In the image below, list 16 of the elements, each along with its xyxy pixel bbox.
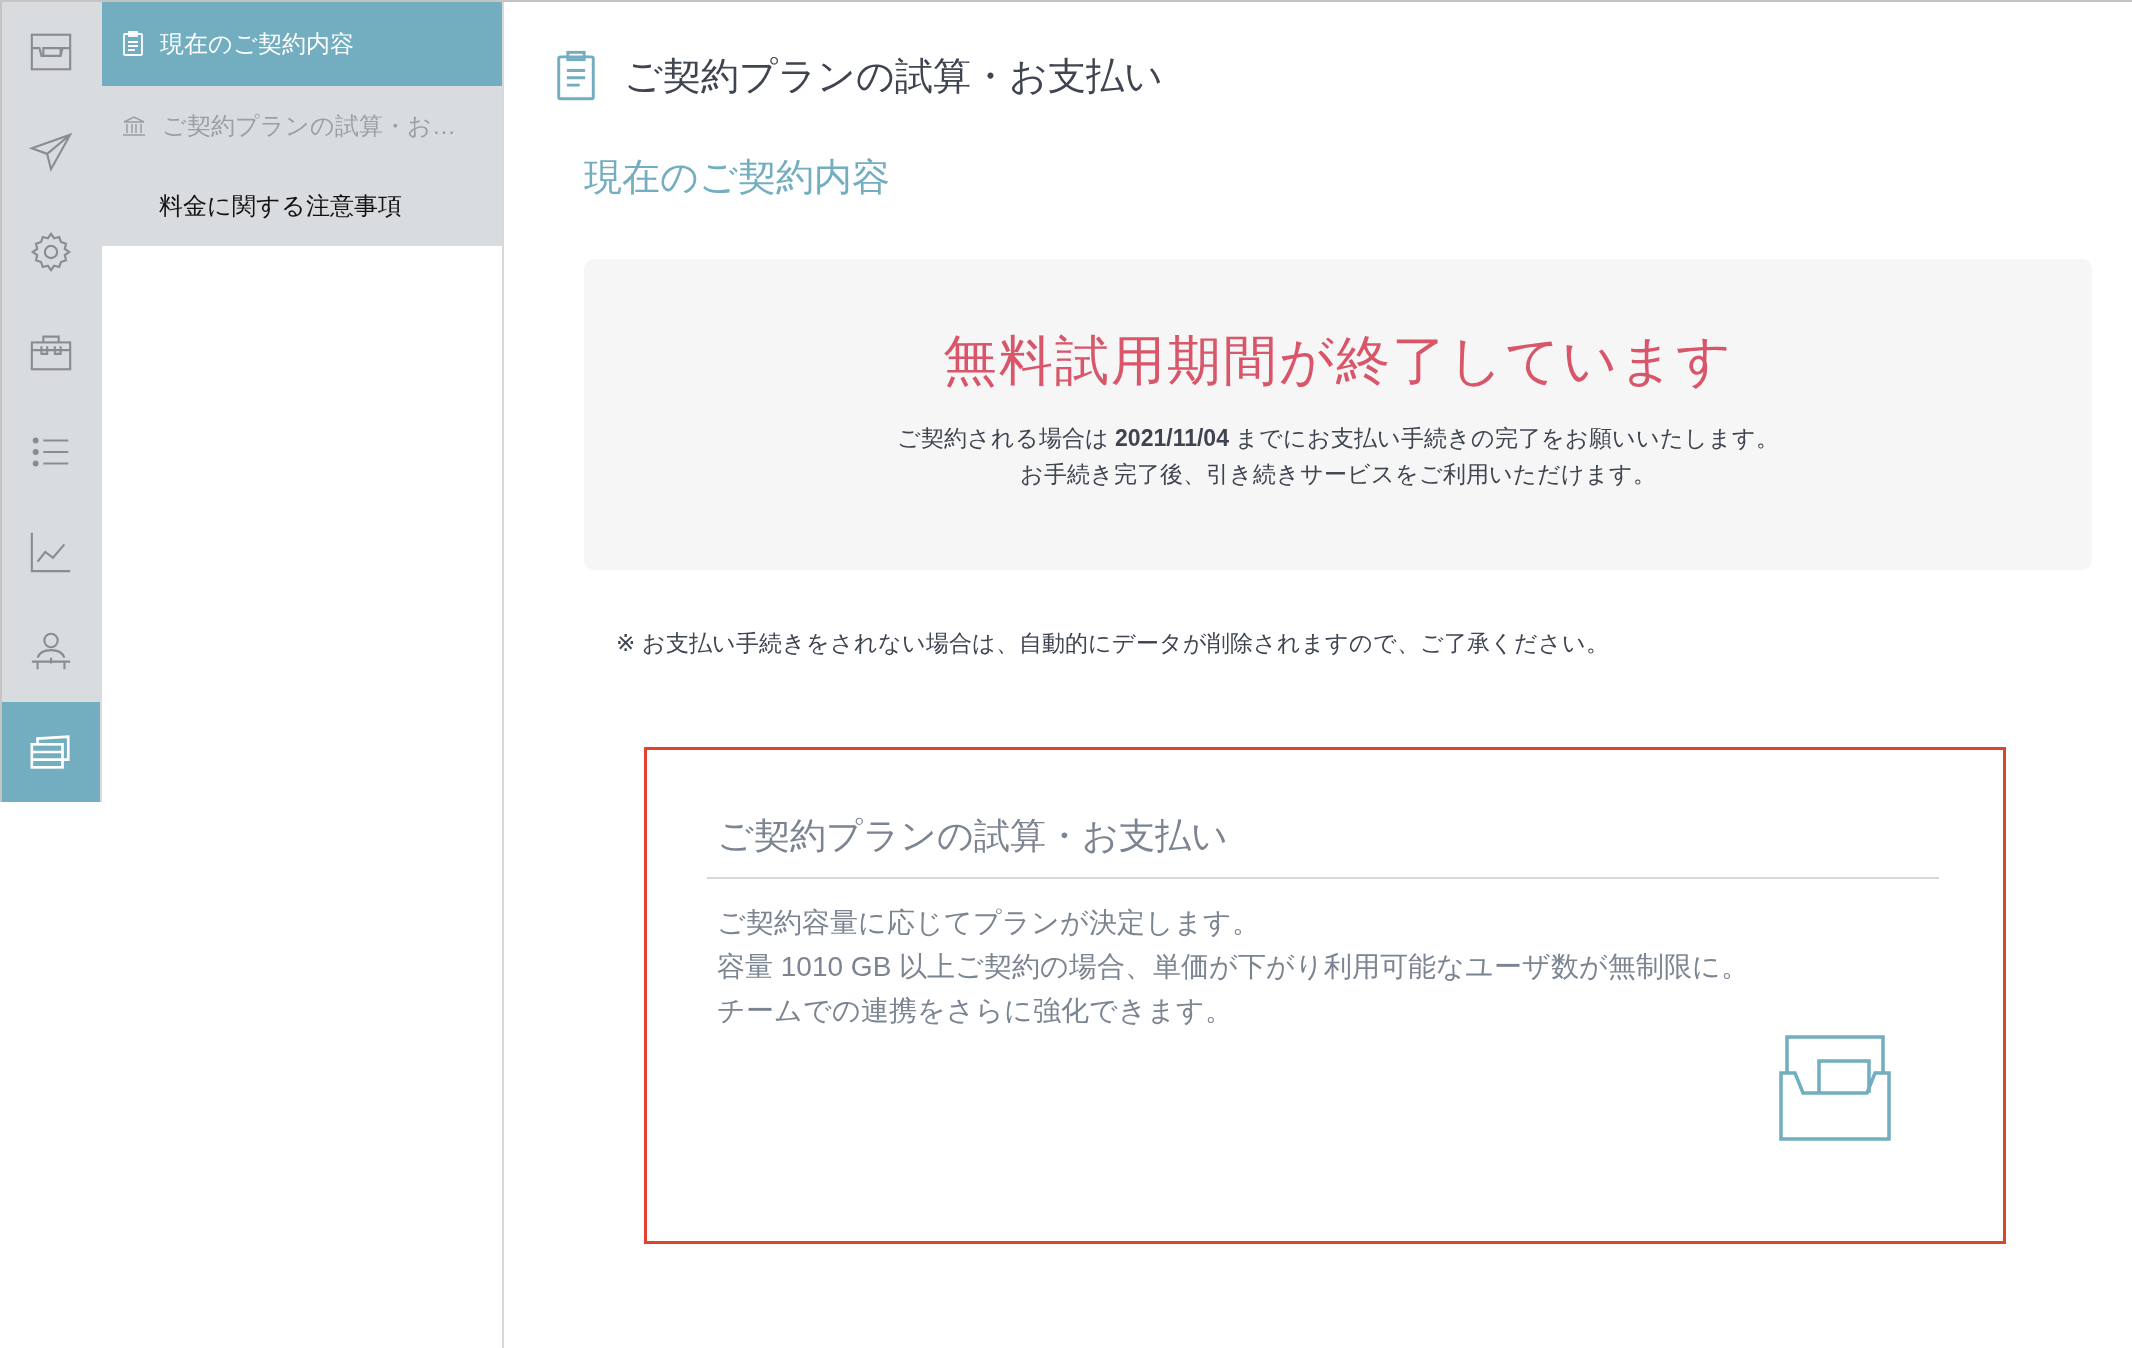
- tray-icon: [1779, 1033, 1891, 1141]
- plan-text: チームでの連携をさらに強化できます。: [716, 994, 1234, 1028]
- note-text: ※ お支払い手続きをされない場合は、自動的にデータが削除されますので、ご了承ください。: [616, 629, 1610, 658]
- notice-headline: 無料試用期間が終了しています: [943, 329, 1733, 392]
- clipboard-icon: [122, 31, 144, 57]
- plan-text: 容量 1010 GB 以上ご契約の場合、単価が下がり利用可能なユーザ数が無制限に。: [716, 950, 1751, 984]
- plan-text: ご契約容量に応じてプランが決定します。: [716, 906, 1261, 940]
- sidebar-item[interactable]: 現在のご契約内容: [102, 2, 502, 86]
- plan-title: ご契約プランの試算・お支払い: [707, 812, 1939, 879]
- section-title: 現在のご契約内容: [584, 155, 891, 200]
- notice-text: ご契約される場合は 2021/11/04 までにお支払い手続きの完了をお願いいたします。: [896, 424, 1780, 453]
- clipboard-icon: [556, 50, 596, 102]
- notice-text: お手続き完了後、引き続きサービスをご利用いただけます。: [1020, 460, 1656, 489]
- sidebar-item[interactable]: 料金に関する注意事項: [102, 166, 502, 246]
- bank-icon: [122, 115, 146, 137]
- page-title: ご契約プランの試算・お支払い: [624, 53, 1163, 99]
